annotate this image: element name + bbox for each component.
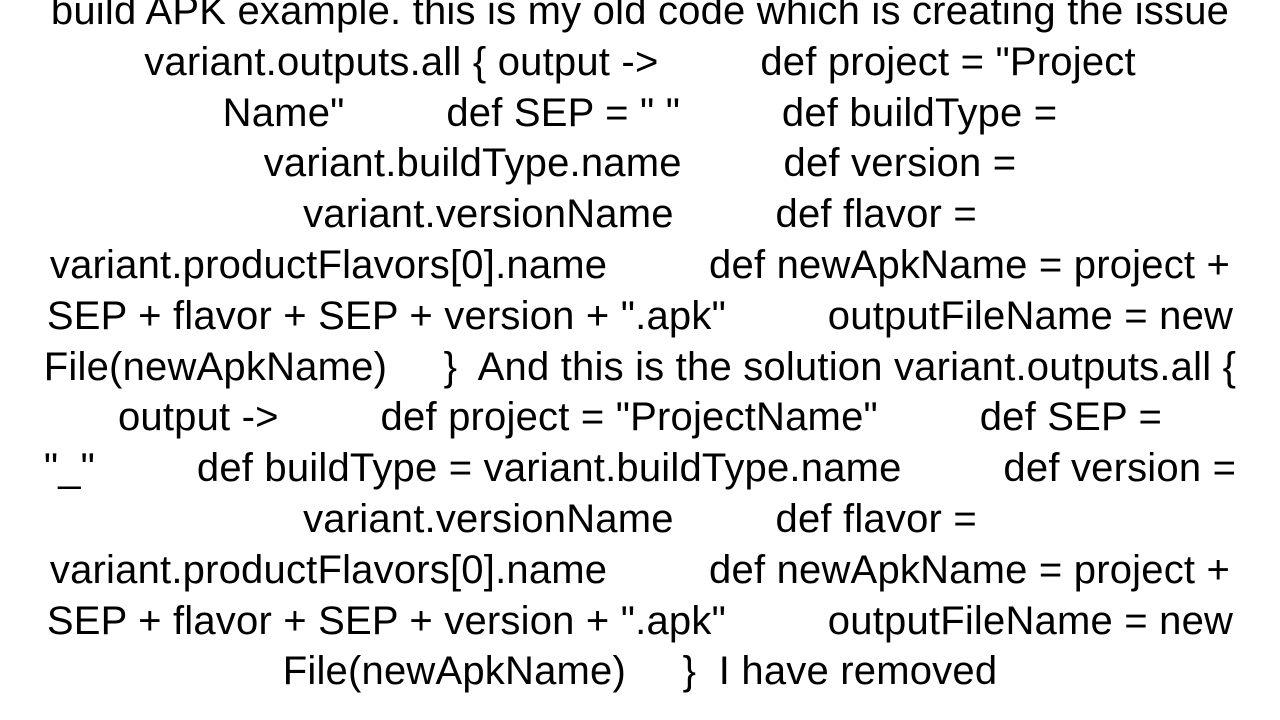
document-text: build APK example. this is my old code w… <box>44 0 1236 693</box>
document-body: build APK example. this is my old code w… <box>10 0 1270 697</box>
